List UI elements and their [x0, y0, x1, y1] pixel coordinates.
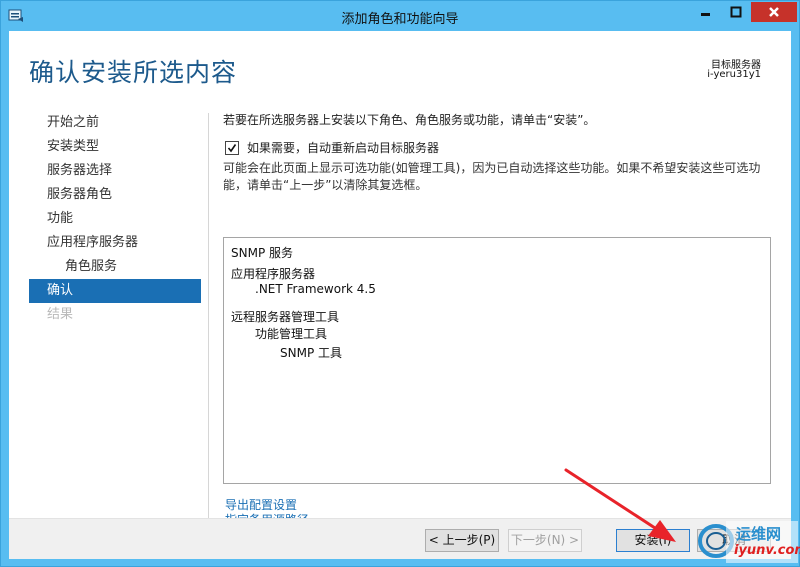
watermark-text-url: iyunv.com	[734, 543, 800, 558]
watermark-text-cn: 运维网	[736, 525, 782, 543]
nav-item-features[interactable]: 功能	[29, 207, 201, 231]
confirmation-content: 若要在所选服务器上安装以下角色、角色服务或功能，请单击“安装”。 如果需要，自动…	[223, 111, 783, 527]
window-title: 添加角色和功能向导	[341, 12, 459, 27]
previous-button[interactable]: < 上一步(P)	[425, 529, 499, 552]
close-icon	[769, 7, 779, 17]
nav-item-confirmation[interactable]: 确认	[29, 279, 201, 303]
list-item: .NET Framework 4.5	[255, 282, 376, 296]
nav-item-application-server[interactable]: 应用程序服务器	[29, 231, 201, 255]
checkmark-icon	[227, 143, 237, 152]
instruction-text: 若要在所选服务器上安装以下角色、角色服务或功能，请单击“安装”。	[223, 113, 596, 127]
restart-option: 如果需要，自动重新启动目标服务器	[223, 139, 783, 156]
restart-checkbox[interactable]	[225, 140, 239, 155]
destination-server-name: i-yeru31y1	[707, 69, 761, 80]
title-bar[interactable]: 添加角色和功能向导	[1, 1, 799, 31]
list-item: 远程服务器管理工具	[231, 310, 340, 324]
maximize-icon	[730, 6, 742, 18]
nav-item-server-selection[interactable]: 服务器选择	[29, 159, 201, 183]
restart-checkbox-label[interactable]: 如果需要，自动重新启动目标服务器	[247, 139, 439, 156]
nav-item-results: 结果	[47, 307, 74, 322]
optional-features-note: 可能会在此页面上显示可选功能(如管理工具)，因为已自动选择这些功能。如果不希望安…	[223, 161, 761, 192]
nav-item-installation-type[interactable]: 安装类型	[29, 135, 201, 159]
list-item: 应用程序服务器	[231, 267, 316, 281]
nav-item-role-services[interactable]: 角色服务	[29, 255, 201, 279]
maximize-button[interactable]	[723, 2, 749, 22]
wizard-body: 确认安装所选内容 目标服务器 i-yeru31y1 开始之前 安装类型 服务器选…	[9, 31, 791, 559]
list-item: SNMP 服务	[231, 246, 293, 260]
minimize-icon	[701, 13, 710, 16]
footer-bar: < 上一步(P) 下一步(N) > 安装(I) 取消	[9, 518, 791, 559]
list-item: SNMP 工具	[280, 346, 342, 360]
export-settings-link[interactable]: 导出配置设置	[225, 498, 309, 513]
page-title: 确认安装所选内容	[29, 58, 238, 87]
next-button: 下一步(N) >	[508, 529, 582, 552]
wizard-steps-nav: 开始之前 安装类型 服务器选择 服务器角色 功能 应用程序服务器 角色服务 确认…	[29, 111, 201, 327]
minimize-button[interactable]	[691, 2, 721, 22]
install-button[interactable]: 安装(I)	[616, 529, 690, 552]
wizard-window: 添加角色和功能向导 确认安装所选内容 目标服务器 i-yeru31y1 开始之前…	[0, 0, 800, 567]
nav-divider	[208, 113, 209, 521]
selections-list[interactable]: SNMP 服务 应用程序服务器 .NET Framework 4.5 远程服务器…	[223, 237, 771, 484]
list-item: 功能管理工具	[255, 327, 328, 341]
nav-item-server-roles[interactable]: 服务器角色	[29, 183, 201, 207]
close-button[interactable]	[751, 2, 797, 22]
nav-item-before-you-begin[interactable]: 开始之前	[29, 111, 201, 135]
